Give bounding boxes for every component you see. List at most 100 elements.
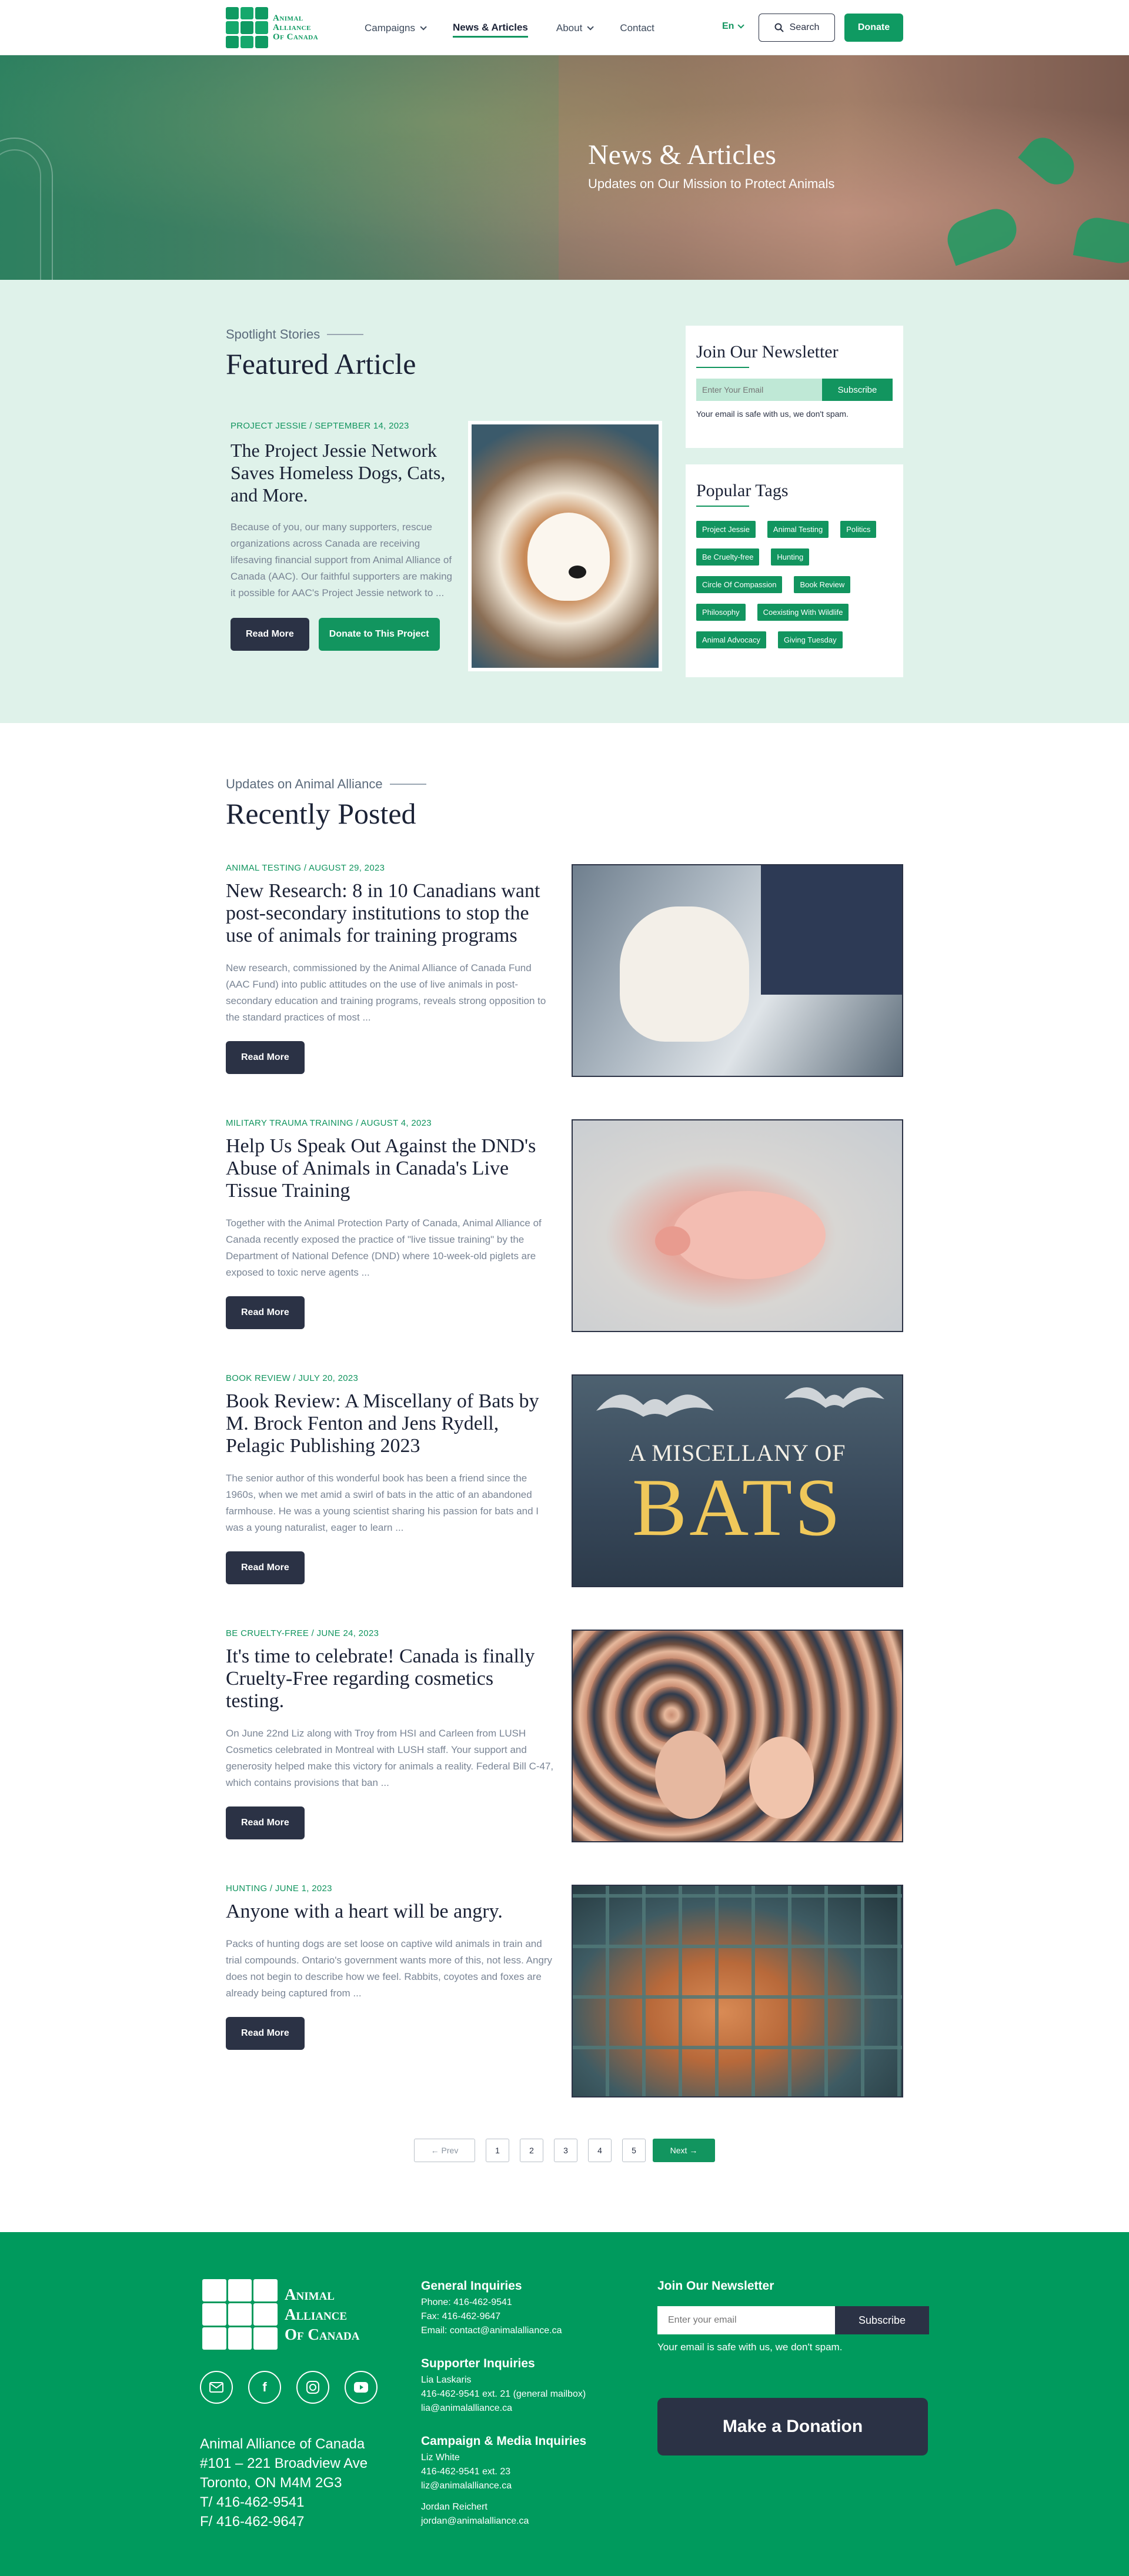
donate-project-button[interactable]: Donate to This Project xyxy=(318,618,440,651)
youtube-icon[interactable] xyxy=(345,2371,378,2404)
footer-newsletter: Join Our Newsletter Subscribe Your email… xyxy=(657,2279,929,2354)
newsletter-widget-title: Join Our Newsletter xyxy=(696,342,839,362)
tag-project-jessie[interactable]: Project Jessie xyxy=(696,521,756,538)
post-excerpt: Packs of hunting dogs are set loose on c… xyxy=(226,1938,553,1999)
featured-read-more-button[interactable]: Read More xyxy=(231,618,309,651)
post-meta: BOOK REVIEW / JULY 20, 2023 xyxy=(226,1373,359,1383)
footer-logo[interactable]: Animal Alliance Of Canada xyxy=(202,2279,359,2350)
post-read-more-button[interactable]: Read More xyxy=(226,1296,305,1329)
featured-title[interactable]: The Project Jessie Network Saves Homeles… xyxy=(231,439,454,506)
newsletter-widget-email-input[interactable] xyxy=(696,379,822,401)
featured-heading: Featured Article xyxy=(226,347,416,380)
pagination-page-2[interactable]: 2 xyxy=(520,2139,543,2162)
social-links: f xyxy=(200,2371,378,2404)
facebook-icon[interactable]: f xyxy=(248,2371,281,2404)
featured-eyebrow: Spotlight Stories xyxy=(226,327,364,342)
post-item: BE CRUELTY-FREE / JUNE 24, 2023 It's tim… xyxy=(226,1628,555,1839)
pagination-prev[interactable]: ← Prev xyxy=(414,2139,475,2162)
nav-item-campaigns[interactable]: Campaigns xyxy=(365,19,427,38)
pagination-page-1[interactable]: 1 xyxy=(486,2139,509,2162)
footer-subscribe-button[interactable]: Subscribe xyxy=(835,2306,929,2334)
post-item: BOOK REVIEW / JULY 20, 2023 Book Review:… xyxy=(226,1373,555,1584)
post-excerpt: New research, commissioned by the Animal… xyxy=(226,962,546,1023)
post-item: MILITARY TRAUMA TRAINING / AUGUST 4, 202… xyxy=(226,1118,555,1329)
post-excerpt: The senior author of this wonderful book… xyxy=(226,1473,539,1533)
post-excerpt: On June 22nd Liz along with Troy from HS… xyxy=(226,1728,554,1788)
post-meta: HUNTING / JUNE 1, 2023 xyxy=(226,1884,332,1893)
main-nav: Campaigns News & Articles About Contact xyxy=(365,19,654,38)
page-subtitle: Updates on Our Mission to Protect Animal… xyxy=(588,176,835,191)
nav-item-news-articles[interactable]: News & Articles xyxy=(453,19,528,38)
tag-book-review[interactable]: Book Review xyxy=(794,576,851,593)
chevron-down-icon xyxy=(587,24,594,31)
post-image-celebration-crowd xyxy=(572,1630,903,1842)
footer-supporter-inquiries: Supporter Inquiries Lia Laskaris 416-462-… xyxy=(421,2357,586,2413)
newsletter-widget-subscribe-button[interactable]: Subscribe xyxy=(822,379,893,401)
tag-circle-of-compassion[interactable]: Circle Of Compassion xyxy=(696,576,783,593)
post-image-dog-vet xyxy=(572,864,903,1077)
featured-article: PROJECT JESSIE / SEPTEMBER 14, 2023 The … xyxy=(231,421,454,651)
tag-animal-testing[interactable]: Animal Testing xyxy=(767,521,829,538)
hero-banner: News & Articles Updates on Our Mission t… xyxy=(0,55,1129,280)
post-image-bats-book: A MISCELLANY OF BATS xyxy=(572,1374,903,1587)
tag-hunting[interactable]: Hunting xyxy=(771,548,810,566)
featured-meta: PROJECT JESSIE / SEPTEMBER 14, 2023 xyxy=(231,421,409,431)
post-meta: MILITARY TRAUMA TRAINING / AUGUST 4, 202… xyxy=(226,1118,432,1128)
post-title[interactable]: New Research: 8 in 10 Canadians want pos… xyxy=(226,880,555,947)
post-excerpt: Together with the Animal Protection Part… xyxy=(226,1217,542,1278)
post-meta: BE CRUELTY-FREE / JUNE 24, 2023 xyxy=(226,1628,379,1638)
post-title[interactable]: It's time to celebrate! Canada is finall… xyxy=(226,1645,555,1712)
instagram-icon[interactable] xyxy=(296,2371,329,2404)
logo-icon xyxy=(226,7,268,48)
post-item: HUNTING / JUNE 1, 2023 Anyone with a hea… xyxy=(226,1884,555,2050)
footer-newsletter-note: Your email is safe with us, we don't spa… xyxy=(657,2341,843,2353)
make-donation-button[interactable]: Make a Donation xyxy=(657,2398,928,2455)
search-icon xyxy=(774,23,784,32)
post-item: ANIMAL TESTING / AUGUST 29, 2023 New Res… xyxy=(226,863,555,1074)
email-social-icon[interactable] xyxy=(200,2371,233,2404)
newsletter-widget-note: Your email is safe with us, we don't spa… xyxy=(696,409,849,419)
tag-animal-advocacy[interactable]: Animal Advocacy xyxy=(696,631,766,648)
footer-email-input[interactable] xyxy=(657,2306,835,2334)
pagination-page-4[interactable]: 4 xyxy=(588,2139,612,2162)
footer-address: Animal Alliance of Canada #101 – 221 Broa… xyxy=(200,2436,368,2530)
post-read-more-button[interactable]: Read More xyxy=(226,1041,305,1074)
bat-illustration-icon xyxy=(596,1387,884,1417)
footer-campaign-inquiries: Campaign & Media Inquiries Liz White 416-… xyxy=(421,2434,587,2526)
chevron-down-icon xyxy=(737,22,745,29)
nav-item-contact[interactable]: Contact xyxy=(620,19,654,38)
recent-eyebrow: Updates on Animal Alliance xyxy=(226,777,426,792)
site-header: Animal Alliance Of Canada Campaigns News… xyxy=(0,0,1129,55)
post-title[interactable]: Book Review: A Miscellany of Bats by M. … xyxy=(226,1390,555,1457)
newsletter-widget: Join Our Newsletter Subscribe Your email… xyxy=(686,326,903,448)
footer-logo-wordmark: Animal Alliance Of Canada xyxy=(285,2286,360,2343)
post-meta: ANIMAL TESTING / AUGUST 29, 2023 xyxy=(226,863,385,873)
logo[interactable]: Animal Alliance Of Canada xyxy=(226,7,318,48)
tag-be-cruelty-free[interactable]: Be Cruelty-free xyxy=(696,548,760,566)
post-read-more-button[interactable]: Read More xyxy=(226,1551,305,1584)
featured-image-dog xyxy=(468,421,662,671)
recent-heading: Recently Posted xyxy=(226,797,416,830)
search-button[interactable]: Search xyxy=(759,14,835,42)
pagination-page-5[interactable]: 5 xyxy=(622,2139,646,2162)
page-title: News & Articles xyxy=(588,139,776,170)
tag-giving-tuesday[interactable]: Giving Tuesday xyxy=(778,631,843,648)
tag-philosophy[interactable]: Philosophy xyxy=(696,604,746,621)
featured-section: Spotlight Stories Featured Article PROJE… xyxy=(0,280,1129,723)
footer-general-inquiries: General Inquiries Phone: 416-462-9541 Fax… xyxy=(421,2279,562,2336)
language-selector[interactable]: En xyxy=(722,21,745,32)
post-title[interactable]: Help Us Speak Out Against the DND's Abus… xyxy=(226,1135,555,1202)
nav-item-about[interactable]: About xyxy=(556,19,594,38)
post-read-more-button[interactable]: Read More xyxy=(226,1806,305,1839)
book-cover-title: BATS xyxy=(632,1462,843,1553)
post-image-piglet xyxy=(572,1119,903,1332)
featured-excerpt: Because of you, our many supporters, res… xyxy=(231,521,453,598)
post-image-caged-fox xyxy=(572,1885,903,2097)
pagination-next[interactable]: Next → xyxy=(653,2139,715,2162)
tag-coexisting-with-wildlife[interactable]: Coexisting With Wildlife xyxy=(757,604,849,621)
pagination-page-3[interactable]: 3 xyxy=(554,2139,577,2162)
post-title[interactable]: Anyone with a heart will be angry. xyxy=(226,1901,555,1923)
donate-button[interactable]: Donate xyxy=(844,14,903,42)
tag-politics[interactable]: Politics xyxy=(840,521,877,538)
post-read-more-button[interactable]: Read More xyxy=(226,2017,305,2050)
